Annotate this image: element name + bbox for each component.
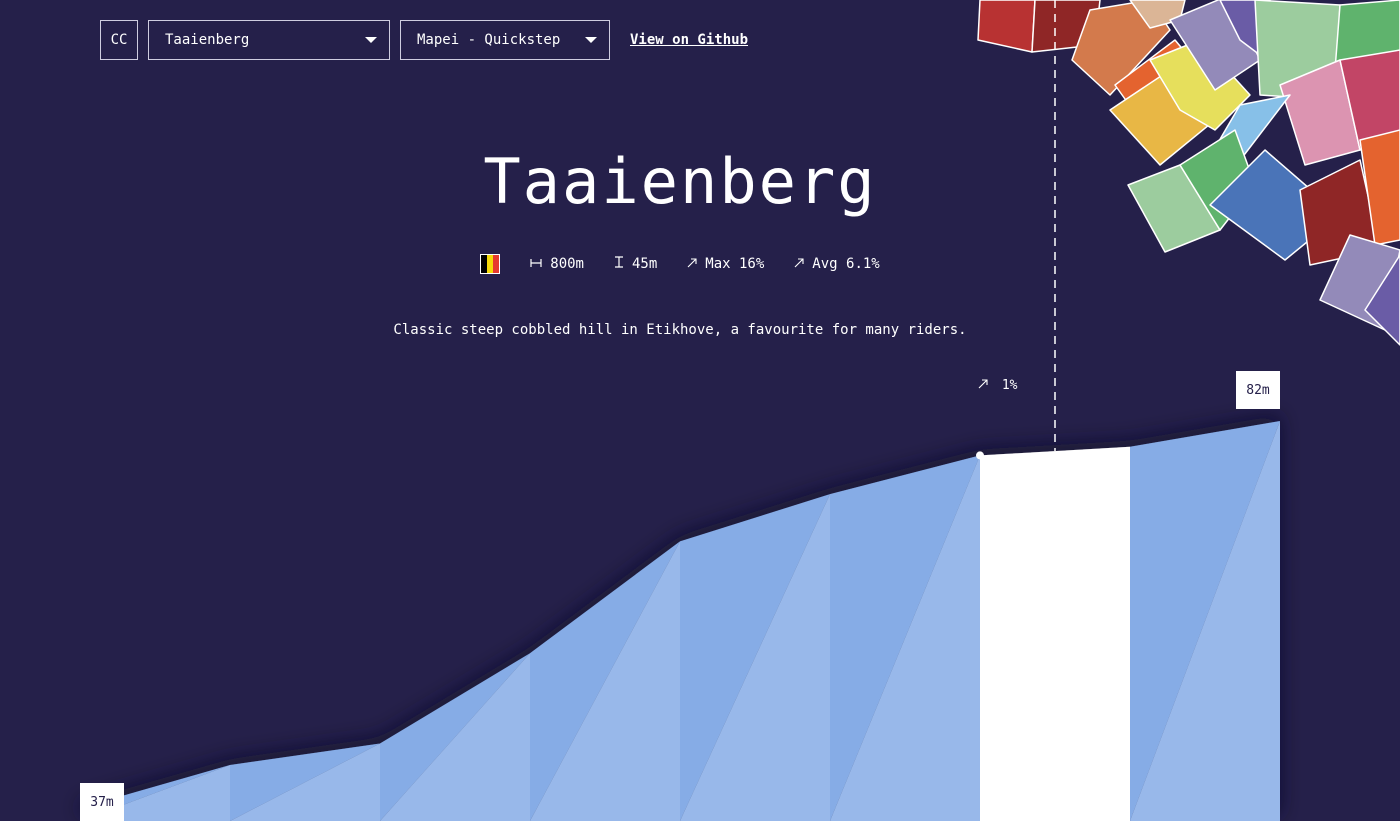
end-elevation-label: 82m xyxy=(1236,371,1280,409)
highlighted-segment[interactable] xyxy=(980,446,1130,821)
hover-gradient-value: 1% xyxy=(1001,378,1018,393)
elevation-profile-chart xyxy=(80,0,1280,821)
segment-start-point xyxy=(976,451,984,460)
start-elevation-label: 37m xyxy=(80,783,124,821)
arrow-up-right-icon xyxy=(978,378,996,393)
hover-gradient-label: 1% xyxy=(978,378,1017,393)
